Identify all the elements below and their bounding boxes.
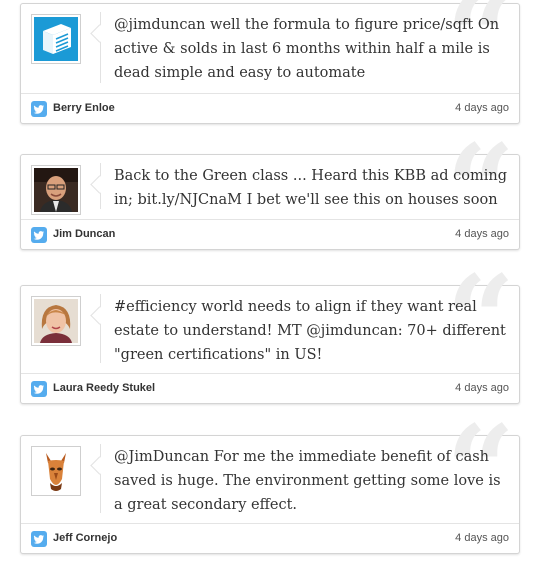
avatar[interactable] [31,296,81,346]
tweet-footer: Jim Duncan 4 days ago [21,220,519,250]
tweet-footer: Laura Reedy Stukel 4 days ago [21,374,519,404]
avatar[interactable] [31,165,81,215]
bubble-notch [90,306,109,325]
timestamp[interactable]: 4 days ago [455,382,509,394]
book-stack-logo-icon [34,17,78,61]
author-name[interactable]: Laura Reedy Stukel [53,382,155,394]
tweet-text: @jimduncan well the formula to figure pr… [114,17,500,81]
avatar[interactable] [31,446,81,496]
avatar[interactable] [31,14,81,64]
twitter-bird-icon[interactable] [31,101,47,117]
tweet-card: “ @jimduncan well the formula to figure … [20,0,520,124]
twitter-bird-icon[interactable] [31,531,47,547]
bubble-divider [100,444,101,513]
tweet-card: “ Back to the Green class ... Heard this… [20,129,520,250]
tweet-text: Back to the Green class ... Heard this K… [114,168,507,208]
tweet-feed: “ @jimduncan well the formula to figure … [0,0,549,579]
mask-icon [34,449,78,493]
bubble-divider [100,12,101,83]
man-portrait-icon [34,168,78,212]
bubble-divider [100,294,101,363]
tweet-footer: Berry Enloe 4 days ago [21,94,519,124]
author-name[interactable]: Berry Enloe [53,102,115,114]
tweet-card: “ @JimDuncan For me the immediate benefi… [20,410,520,554]
timestamp[interactable]: 4 days ago [455,228,509,240]
bubble-notch [90,175,109,194]
tweet-text: @JimDuncan For me the immediate benefit … [114,449,501,513]
author-name[interactable]: Jeff Cornejo [53,532,117,544]
tweet-footer: Jeff Cornejo 4 days ago [21,524,519,554]
timestamp[interactable]: 4 days ago [455,102,509,114]
timestamp[interactable]: 4 days ago [455,532,509,544]
bubble-notch [90,24,109,43]
tweet-card: “ #efficiency world needs to align if th… [20,260,520,404]
bubble-notch [90,456,109,475]
tweet-text: #efficiency world needs to align if they… [114,299,506,363]
twitter-bird-icon[interactable] [31,381,47,397]
woman-portrait-icon [34,299,78,343]
author-name[interactable]: Jim Duncan [53,228,115,240]
twitter-bird-icon[interactable] [31,227,47,243]
